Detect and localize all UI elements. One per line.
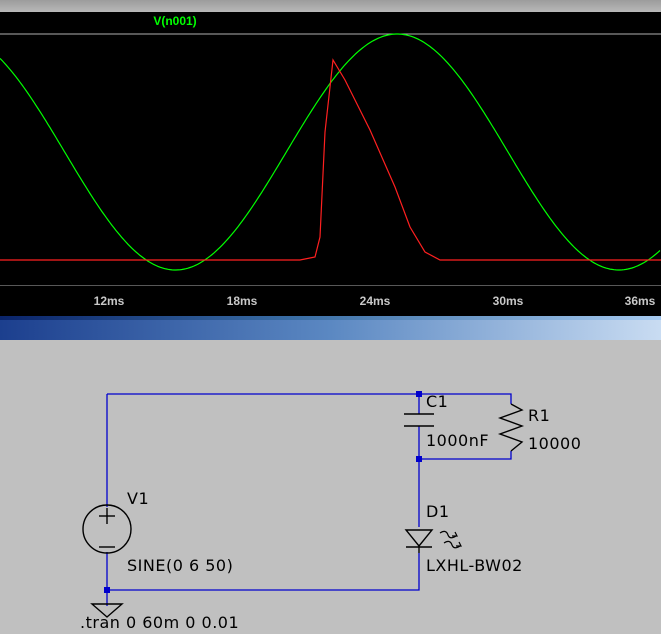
- wire-node-right[interactable]: [419, 451, 512, 460]
- plot-area[interactable]: [0, 12, 661, 285]
- capacitor-symbol[interactable]: [404, 413, 434, 427]
- x-tick-label: 30ms: [492, 294, 524, 308]
- x-tick-label: 18ms: [226, 294, 258, 308]
- trace-label[interactable]: V(n001): [0, 14, 350, 28]
- resistor-value[interactable]: 10000: [528, 434, 581, 453]
- voltage-source-symbol[interactable]: [82, 504, 132, 554]
- schematic-titlebar-gradient: [0, 320, 661, 340]
- led-emission-icon: [439, 530, 462, 549]
- schematic-canvas[interactable]: C1 1000nF R1 10000 V1 SINE(0 6 50) D1 LX…: [0, 340, 661, 634]
- capacitor-name[interactable]: C1: [426, 392, 448, 411]
- x-tick-label: 12ms: [93, 294, 125, 308]
- source-value[interactable]: SINE(0 6 50): [127, 556, 233, 575]
- diode-name[interactable]: D1: [426, 502, 450, 521]
- waveform-titlebar[interactable]: [0, 0, 661, 12]
- source-name[interactable]: V1: [127, 489, 149, 508]
- led-symbol[interactable]: [404, 529, 434, 553]
- current-trace[interactable]: [0, 58, 661, 261]
- resistor-name[interactable]: R1: [528, 406, 550, 425]
- resistor-symbol[interactable]: [497, 403, 525, 452]
- x-tick-label: 24ms: [359, 294, 391, 308]
- diode-value[interactable]: LXHL-BW02: [426, 556, 523, 575]
- schematic-svg: [82, 391, 525, 618]
- waveform-window: V(n001) 12ms 18ms 24ms 30ms 36ms: [0, 0, 661, 316]
- capacitor-value[interactable]: 1000nF: [426, 431, 489, 450]
- x-tick-label: 36ms: [624, 294, 656, 308]
- tran-directive[interactable]: .tran 0 60m 0 0.01: [80, 613, 239, 632]
- plot-svg: [0, 33, 661, 271]
- voltage-trace[interactable]: [0, 33, 661, 271]
